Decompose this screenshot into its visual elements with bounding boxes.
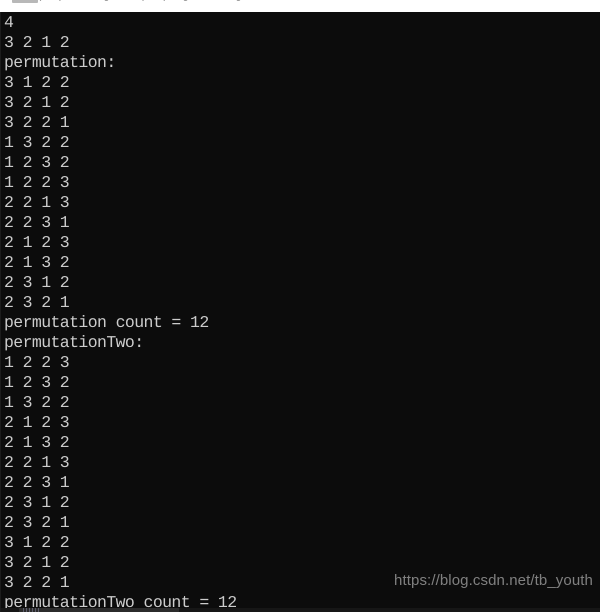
console-line: permutationTwo:: [4, 333, 144, 352]
blog-watermark: https://blog.csdn.net/tb_youth: [394, 572, 593, 589]
window-strip-text: ( q g ( ( g g: [0, 0, 600, 12]
console-line: 2 1 2 3: [4, 233, 70, 252]
console-line: 1 2 2 3: [4, 353, 70, 372]
console-line: 2 1 3 2: [4, 433, 70, 452]
console-window[interactable]: 43 2 1 2 permutation: 3 1 2 23 2 1 23 2 2 …: [0, 12, 600, 612]
console-line: 2 2 1 3: [4, 453, 70, 472]
console-line: 3 2 2 1: [4, 113, 70, 132]
console-line: 3 2 1 2: [4, 553, 70, 572]
console-line: 2 1 3 2: [4, 253, 70, 272]
window-title-strip: ( q g ( ( g g: [0, 0, 600, 12]
console-line: 2 3 2 1: [4, 513, 70, 532]
window-bottom-edge: [1, 608, 600, 612]
console-line: 2 3 1 2: [4, 493, 70, 512]
window-bottom-edge-ticks: [23, 608, 41, 612]
console-line: 1 3 2 2: [4, 393, 70, 412]
console-line: 2 3 2 1: [4, 293, 70, 312]
console-line: 2 2 3 1: [4, 473, 70, 492]
console-line: 3 1 2 2: [4, 73, 70, 92]
console-line: 2 3 1 2: [4, 273, 70, 292]
console-line: 2 1 2 3: [4, 413, 70, 432]
window-bottom-edge-highlight: [19, 608, 179, 612]
console-line: permutation:: [4, 53, 116, 72]
console-line: 1 2 2 3: [4, 173, 70, 192]
console-line: permutation count = 12: [4, 313, 209, 332]
console-line: 1 2 3 2: [4, 153, 70, 172]
console-line: 4: [4, 13, 14, 32]
console-line: 1 3 2 2: [4, 133, 70, 152]
console-line: 3 2 1 2: [4, 33, 70, 52]
console-line: 3 1 2 2: [4, 533, 70, 552]
console-line: 1 2 3 2: [4, 373, 70, 392]
console-line: 3 2 2 1: [4, 573, 70, 592]
console-line: 2 2 3 1: [4, 213, 70, 232]
console-line: 2 2 1 3: [4, 193, 70, 212]
console-line: 3 2 1 2: [4, 93, 70, 112]
console-output: 43 2 1 2 permutation: 3 1 2 23 2 1 23 2 2 …: [4, 13, 237, 612]
screenshot-root: ( q g ( ( g g 43 2 1 2permutation:3 1 2 …: [0, 0, 600, 616]
